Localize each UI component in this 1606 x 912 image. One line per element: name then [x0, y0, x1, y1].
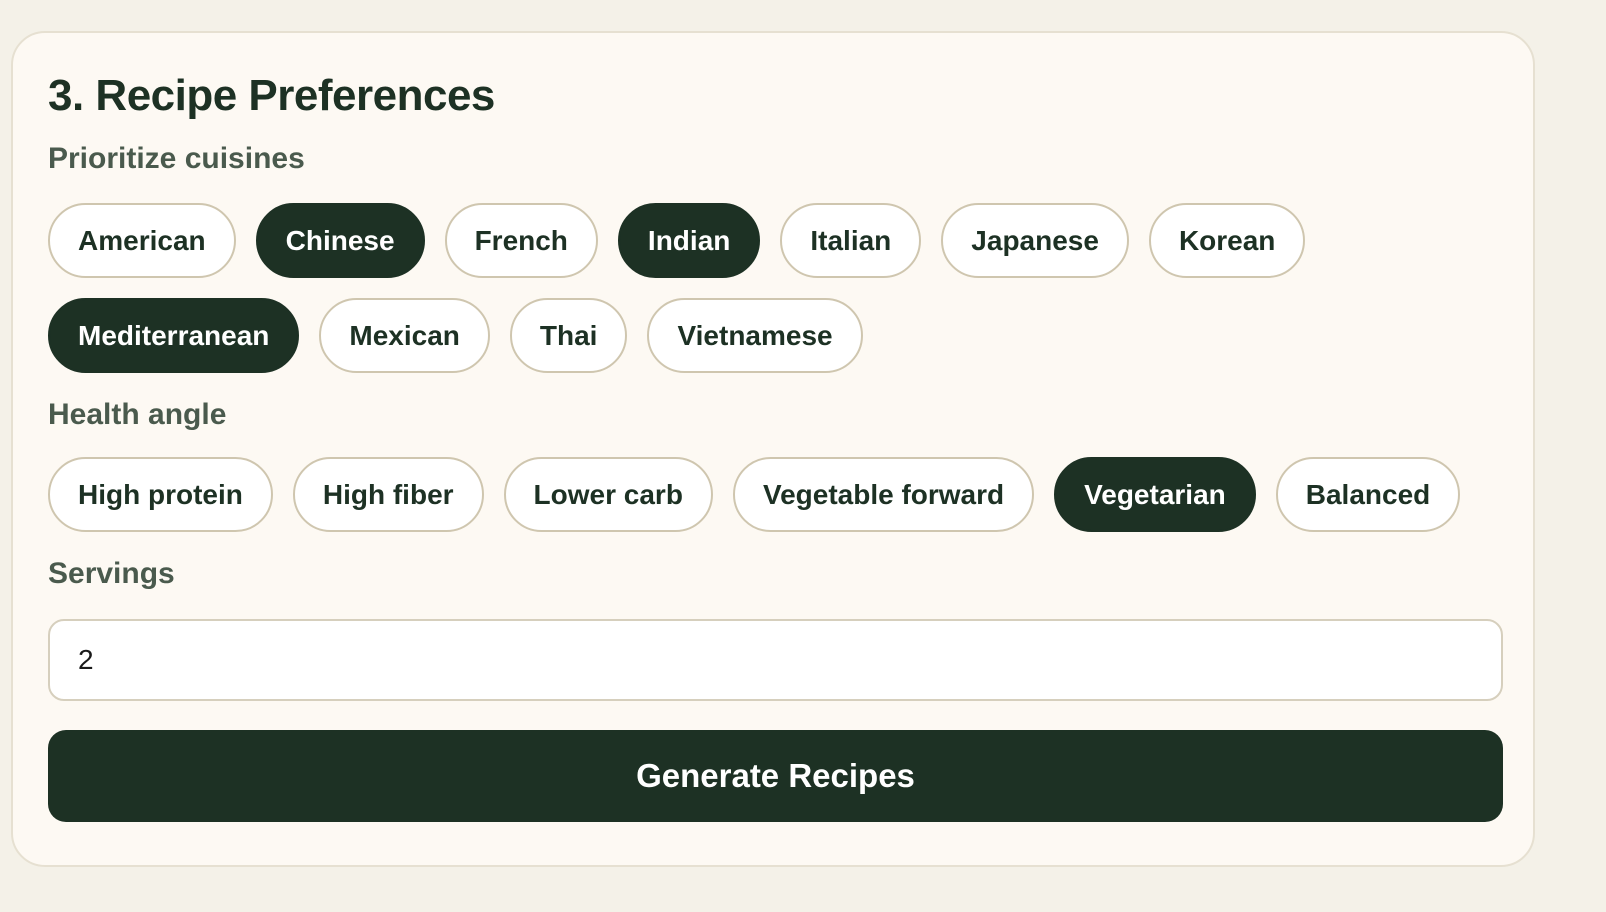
chip-health-vegetable-forward[interactable]: Vegetable forward — [732, 457, 1035, 532]
chip-cuisine-chinese[interactable]: Chinese — [255, 203, 425, 278]
chip-health-balanced[interactable]: Balanced — [1275, 457, 1461, 532]
servings-label: Servings — [48, 557, 175, 590]
chip-cuisine-vietnamese[interactable]: Vietnamese — [647, 298, 863, 373]
chip-health-lower-carb[interactable]: Lower carb — [503, 457, 713, 532]
cuisine-chip-group: American Chinese French Indian Italian J… — [48, 203, 1308, 373]
servings-input[interactable] — [48, 619, 1503, 701]
chip-cuisine-french[interactable]: French — [444, 203, 598, 278]
chip-cuisine-thai[interactable]: Thai — [509, 298, 628, 373]
generate-recipes-button[interactable]: Generate Recipes — [48, 730, 1503, 822]
health-chip-group: High protein High fiber Lower carb Veget… — [48, 457, 1508, 532]
chip-cuisine-mediterranean[interactable]: Mediterranean — [48, 298, 300, 373]
chip-health-high-fiber[interactable]: High fiber — [292, 457, 484, 532]
chip-cuisine-mexican[interactable]: Mexican — [319, 298, 490, 373]
chip-cuisine-indian[interactable]: Indian — [617, 203, 761, 278]
chip-health-high-protein[interactable]: High protein — [48, 457, 273, 532]
chip-cuisine-japanese[interactable]: Japanese — [941, 203, 1129, 278]
chip-cuisine-italian[interactable]: Italian — [780, 203, 922, 278]
chip-health-vegetarian[interactable]: Vegetarian — [1054, 457, 1256, 532]
cuisines-label: Prioritize cuisines — [48, 142, 305, 175]
health-angle-label: Health angle — [48, 398, 227, 431]
chip-cuisine-american[interactable]: American — [48, 203, 236, 278]
recipe-preferences-card: 3. Recipe Preferences Prioritize cuisine… — [11, 31, 1535, 867]
section-title: 3. Recipe Preferences — [48, 71, 495, 120]
chip-cuisine-korean[interactable]: Korean — [1148, 203, 1306, 278]
